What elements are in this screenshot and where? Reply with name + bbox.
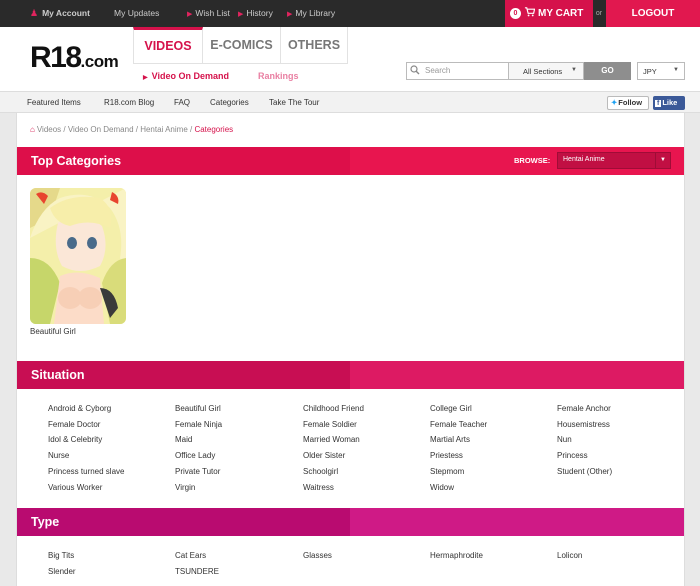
category-link[interactable]: TSUNDERE bbox=[175, 567, 219, 577]
category-link[interactable]: Various Worker bbox=[48, 483, 102, 493]
category-link[interactable]: Private Tutor bbox=[175, 467, 220, 477]
site-header: R18.com VIDEOS E-COMICS OTHERS ▶ Video On… bbox=[0, 27, 700, 92]
category-link[interactable]: Big Tits bbox=[48, 551, 74, 561]
breadcrumb: ⌂ Videos / Video On Demand / Hentai Anime… bbox=[30, 125, 234, 134]
category-link[interactable]: Beautiful Girl bbox=[175, 404, 221, 414]
category-link[interactable]: Older Sister bbox=[303, 451, 345, 461]
top-bar: ♟ My Account My Updates ▶ Wish List ▶ Histo… bbox=[0, 0, 700, 27]
category-link[interactable]: Female Anchor bbox=[557, 404, 611, 414]
cart-label: MY CART bbox=[538, 8, 584, 19]
type-title: Type bbox=[31, 515, 60, 529]
history-link[interactable]: ▶ History bbox=[238, 0, 273, 27]
search-go-button[interactable]: GO bbox=[584, 62, 631, 80]
site-logo[interactable]: R18.com bbox=[30, 41, 119, 79]
facebook-like-button[interactable]: f Like bbox=[653, 96, 685, 110]
category-link[interactable]: Virgin bbox=[175, 483, 195, 493]
category-link[interactable]: Nun bbox=[557, 435, 572, 445]
category-link[interactable]: Lolicon bbox=[557, 551, 582, 561]
cart-count-badge: 0 bbox=[510, 8, 521, 19]
chevron-down-icon: ▼ bbox=[673, 67, 679, 73]
breadcrumb-video-on-demand[interactable]: Video On Demand bbox=[68, 125, 134, 134]
category-link[interactable]: Android & Cyborg bbox=[48, 404, 111, 414]
category-link[interactable]: Married Woman bbox=[303, 435, 360, 445]
category-thumbnail-label[interactable]: Beautiful Girl bbox=[30, 327, 76, 336]
categories-link[interactable]: Categories bbox=[210, 92, 249, 113]
wish-list-link[interactable]: ▶ Wish List bbox=[187, 0, 230, 27]
category-link[interactable]: Stepmom bbox=[430, 467, 464, 477]
facebook-icon: f bbox=[655, 100, 662, 107]
category-link[interactable]: Cat Ears bbox=[175, 551, 206, 561]
currency-select[interactable]: JPY ▼ bbox=[637, 62, 685, 80]
arrow-icon: ▶ bbox=[187, 11, 193, 18]
browse-select[interactable]: Hentai Anime ▼ bbox=[557, 152, 671, 169]
anime-girl-image bbox=[30, 188, 126, 324]
home-icon[interactable]: ⌂ bbox=[30, 125, 35, 134]
category-link[interactable]: Schoolgirl bbox=[303, 467, 338, 477]
cart-icon bbox=[524, 6, 536, 20]
faq-link[interactable]: FAQ bbox=[174, 92, 190, 113]
category-link[interactable]: Princess turned slave bbox=[48, 467, 124, 477]
category-link[interactable]: Priestess bbox=[430, 451, 463, 461]
section-select[interactable]: All Sections ▼ bbox=[509, 62, 584, 80]
take-the-tour-link[interactable]: Take The Tour bbox=[269, 92, 319, 113]
category-link[interactable]: Female Ninja bbox=[175, 420, 222, 430]
search-placeholder: Search bbox=[425, 66, 451, 75]
arrow-icon: ▶ bbox=[238, 11, 244, 18]
chevron-down-icon: ▼ bbox=[571, 67, 577, 73]
my-account-link[interactable]: ♟ My Account bbox=[30, 0, 90, 27]
arrow-icon: ▶ bbox=[143, 75, 148, 81]
nav-divider bbox=[133, 63, 348, 64]
category-link[interactable]: Princess bbox=[557, 451, 588, 461]
breadcrumb-hentai-anime[interactable]: Hentai Anime bbox=[140, 125, 188, 134]
secondary-nav: Featured Items R18.com Blog FAQ Categori… bbox=[0, 92, 700, 113]
browse-label: BROWSE: bbox=[514, 156, 551, 165]
category-link[interactable]: Hermaphrodite bbox=[430, 551, 483, 561]
subnav-video-on-demand[interactable]: ▶ Video On Demand bbox=[143, 71, 229, 81]
category-link[interactable]: Female Doctor bbox=[48, 420, 100, 430]
category-link[interactable]: Glasses bbox=[303, 551, 332, 561]
category-link[interactable]: Female Soldier bbox=[303, 420, 357, 430]
top-categories-title: Top Categories bbox=[31, 154, 122, 168]
user-icon: ♟ bbox=[30, 8, 39, 18]
subnav-rankings[interactable]: Rankings bbox=[258, 71, 299, 81]
breadcrumb-categories: Categories bbox=[194, 125, 234, 134]
search-icon bbox=[410, 65, 420, 77]
tab-others[interactable]: OTHERS bbox=[281, 27, 348, 63]
category-link[interactable]: Student (Other) bbox=[557, 467, 612, 477]
breadcrumb-videos[interactable]: Videos bbox=[37, 125, 61, 134]
category-link[interactable]: Housemistress bbox=[557, 420, 610, 430]
category-thumbnail[interactable] bbox=[30, 188, 126, 324]
chevron-down-icon: ▼ bbox=[655, 153, 670, 168]
twitter-icon: ✦ bbox=[611, 98, 618, 107]
situation-header: Situation bbox=[17, 361, 684, 389]
category-link[interactable]: Widow bbox=[430, 483, 454, 493]
category-link[interactable]: Nurse bbox=[48, 451, 69, 461]
type-header: Type bbox=[17, 508, 684, 536]
category-link[interactable]: Female Teacher bbox=[430, 420, 487, 430]
category-link[interactable]: Office Lady bbox=[175, 451, 215, 461]
category-link[interactable]: College Girl bbox=[430, 404, 472, 414]
tab-videos[interactable]: VIDEOS bbox=[133, 27, 203, 63]
or-separator: or bbox=[595, 10, 603, 17]
search-input[interactable]: Search bbox=[406, 62, 509, 80]
my-updates-link[interactable]: My Updates bbox=[114, 0, 159, 27]
my-library-link[interactable]: ▶ My Library bbox=[287, 0, 335, 27]
category-link[interactable]: Idol & Celebrity bbox=[48, 435, 102, 445]
logout-button[interactable]: LOGOUT bbox=[606, 0, 700, 27]
featured-items-link[interactable]: Featured Items bbox=[27, 92, 81, 113]
category-link[interactable]: Waitress bbox=[303, 483, 334, 493]
blog-link[interactable]: R18.com Blog bbox=[104, 92, 154, 113]
tab-e-comics[interactable]: E-COMICS bbox=[203, 27, 281, 63]
cart-button[interactable]: 0 MY CART bbox=[505, 0, 593, 27]
category-link[interactable]: Maid bbox=[175, 435, 192, 445]
category-link[interactable]: Childhood Friend bbox=[303, 404, 364, 414]
arrow-icon: ▶ bbox=[287, 11, 293, 18]
twitter-follow-button[interactable]: ✦Follow bbox=[607, 96, 649, 110]
situation-title: Situation bbox=[31, 368, 85, 382]
category-link[interactable]: Slender bbox=[48, 567, 76, 577]
category-link[interactable]: Martial Arts bbox=[430, 435, 470, 445]
